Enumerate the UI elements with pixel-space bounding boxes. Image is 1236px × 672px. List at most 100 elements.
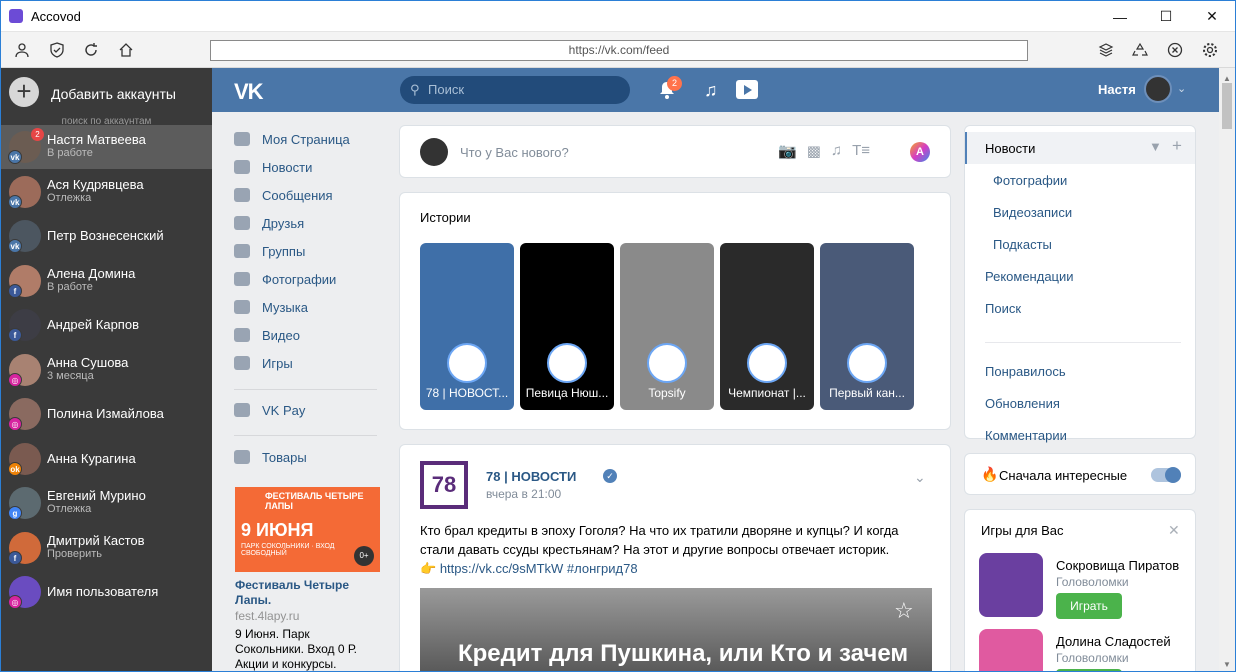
video-icon (234, 328, 250, 342)
account-item[interactable]: vk Ася Кудрявцева Отлежка (1, 170, 212, 214)
story-card[interactable]: Первый кан... (820, 243, 914, 410)
shield-icon[interactable] (46, 39, 68, 61)
feed-filter-item[interactable]: Обновления (965, 387, 1195, 419)
story-label: Первый кан... (829, 386, 905, 400)
feed-filter-item[interactable]: Видеозаписи (965, 196, 1195, 228)
minimize-button[interactable]: — (1097, 1, 1143, 32)
game-item: Сокровища Пиратов Головоломки Играть (979, 553, 1189, 623)
home-icon[interactable] (115, 39, 137, 61)
account-item[interactable]: ok Анна Курагина (1, 437, 212, 481)
composer-placeholder[interactable]: Что у Вас нового? (460, 145, 569, 160)
profile-icon[interactable] (11, 39, 33, 61)
feed-filter-item[interactable]: Комментарии (965, 419, 1195, 451)
account-item[interactable]: f Алена Домина В работе (1, 259, 212, 303)
layers-icon[interactable] (1095, 39, 1117, 61)
page-scrollbar[interactable]: ▲ ▼ (1219, 68, 1235, 671)
nav-item[interactable]: Товары (234, 445, 307, 469)
search-placeholder: Поиск (428, 82, 465, 97)
close-icon[interactable]: ✕ (1168, 522, 1180, 539)
feed-filter-item[interactable]: Поиск (965, 292, 1195, 324)
post-menu-chevron-icon[interactable]: ⌄ (914, 469, 926, 486)
maximize-button[interactable]: ☐ (1143, 1, 1189, 32)
nav-item[interactable]: Моя Страница (234, 127, 350, 151)
add-accounts-label[interactable]: Добавить аккаунты (51, 86, 176, 102)
bookmark-star-icon[interactable]: ☆ (894, 598, 914, 624)
chevron-down-icon[interactable]: ⌄ (1177, 82, 1186, 95)
story-avatar (447, 343, 487, 383)
post-composer[interactable]: Что у Вас нового? 📷 ▩ ♫ T≡ A (399, 125, 951, 178)
reload-icon[interactable] (80, 39, 102, 61)
cancel-circle-icon[interactable] (1164, 39, 1186, 61)
music-note-icon[interactable]: ♫ (831, 142, 842, 160)
account-item[interactable]: ◎ Имя пользователя (1, 570, 212, 614)
user-name[interactable]: Настя (1098, 82, 1136, 97)
post-author-logo[interactable]: 78 (420, 461, 468, 509)
post-time[interactable]: вчера в 21:00 (486, 487, 561, 501)
nav-item[interactable]: Друзья (234, 211, 304, 235)
post-body: Кто брал кредиты в эпоху Гоголя? На что … (420, 523, 899, 557)
search-icon: ⚲ (410, 82, 420, 97)
bag-icon (234, 450, 250, 464)
camera-icon[interactable]: 📷 (778, 142, 797, 160)
scroll-up-icon[interactable]: ▲ (1223, 74, 1231, 83)
nav-item[interactable]: Видео (234, 323, 300, 347)
post-image[interactable]: ☆ Кредит для Пушкина, или Кто и зачем (420, 588, 932, 671)
story-avatar (847, 343, 887, 383)
ad-url[interactable]: fest.4lapy.ru (235, 609, 299, 623)
account-item[interactable]: ◎ Анна Сушова 3 месяца (1, 348, 212, 392)
interesting-first-toggle[interactable] (1151, 467, 1181, 483)
account-item[interactable]: f Дмитрий Кастов Проверить (1, 526, 212, 570)
ad-title[interactable]: Фестиваль Четыре Лапы. (235, 578, 380, 608)
post-author-name[interactable]: 78 | НОВОСТИ (486, 469, 576, 484)
story-card[interactable]: 78 | НОВОСТ... (420, 243, 514, 410)
game-item: Долина СладостейГоловоломкиИграть (979, 629, 1189, 671)
text-format-icon[interactable]: T≡ (852, 142, 870, 160)
scrollbar-thumb[interactable] (1222, 83, 1232, 129)
story-card[interactable]: Чемпионат |... (720, 243, 814, 410)
account-item[interactable]: f Андрей Карпов (1, 303, 212, 347)
game-name[interactable]: Сокровища Пиратов (1056, 558, 1179, 573)
feed-filter-item[interactable]: Понравилось (965, 355, 1195, 387)
account-name: Настя Матвеева (47, 132, 146, 147)
nav-item[interactable]: Фотографии (234, 267, 336, 291)
scroll-down-icon[interactable]: ▼ (1223, 660, 1231, 669)
account-item[interactable]: ◎ Полина Измайлова (1, 392, 212, 436)
author-avatar-icon[interactable]: A (910, 142, 930, 162)
nav-item[interactable]: Игры (234, 351, 293, 375)
game-name[interactable]: Долина Сладостей (1056, 634, 1171, 649)
story-card[interactable]: Певица Нюш... (520, 243, 614, 410)
game-icon[interactable] (979, 629, 1043, 671)
composer-avatar (420, 138, 448, 166)
ad-banner[interactable]: ФЕСТИВАЛЬ ЧЕТЫРЕ ЛАПЫ 9 ИЮНЯ ПАРК СОКОЛЬ… (235, 487, 380, 572)
video-play-icon[interactable] (736, 80, 758, 99)
filter-icon[interactable]: ▼ (1149, 139, 1162, 154)
add-account-icon[interactable]: + (9, 77, 39, 107)
nav-item[interactable]: Группы (234, 239, 305, 263)
add-plus-icon[interactable]: + (1172, 136, 1182, 156)
address-bar[interactable]: https://vk.com/feed (210, 40, 1028, 61)
user-avatar[interactable] (1144, 75, 1172, 103)
vk-search-input[interactable]: ⚲ Поиск (400, 76, 630, 104)
nav-item[interactable]: VK Pay (234, 398, 305, 422)
settings-gear-icon[interactable] (1199, 39, 1221, 61)
recycle-icon[interactable] (1129, 39, 1151, 61)
close-button[interactable]: ✕ (1189, 1, 1235, 32)
feed-filter-item[interactable]: Подкасты (965, 228, 1195, 260)
feed-filter-item[interactable]: Фотографии (965, 164, 1195, 196)
music-icon[interactable]: ♫ (704, 80, 718, 101)
feed-filter-item[interactable]: Рекомендации (965, 260, 1195, 292)
account-item[interactable]: vk Петр Вознесенский (1, 214, 212, 258)
vk-logo[interactable]: VK (234, 79, 264, 105)
nav-item[interactable]: Музыка (234, 295, 308, 319)
account-item[interactable]: g Евгений Мурино Отлежка (1, 481, 212, 525)
nav-item[interactable]: Новости (234, 155, 312, 179)
post-link[interactable]: https://vk.cc/9sMTkW #лонгрид78 (440, 561, 638, 576)
ad-banner-title: ФЕСТИВАЛЬ ЧЕТЫРЕ ЛАПЫ (265, 491, 364, 511)
play-button[interactable]: Играть (1056, 593, 1122, 619)
browser-toolbar: https://vk.com/feed (1, 32, 1235, 68)
game-icon[interactable] (979, 553, 1043, 617)
film-icon[interactable]: ▩ (807, 142, 821, 160)
account-item[interactable]: vk 2 Настя Матвеева В работе (1, 125, 212, 169)
nav-item[interactable]: Сообщения (234, 183, 333, 207)
story-card[interactable]: Topsify (620, 243, 714, 410)
